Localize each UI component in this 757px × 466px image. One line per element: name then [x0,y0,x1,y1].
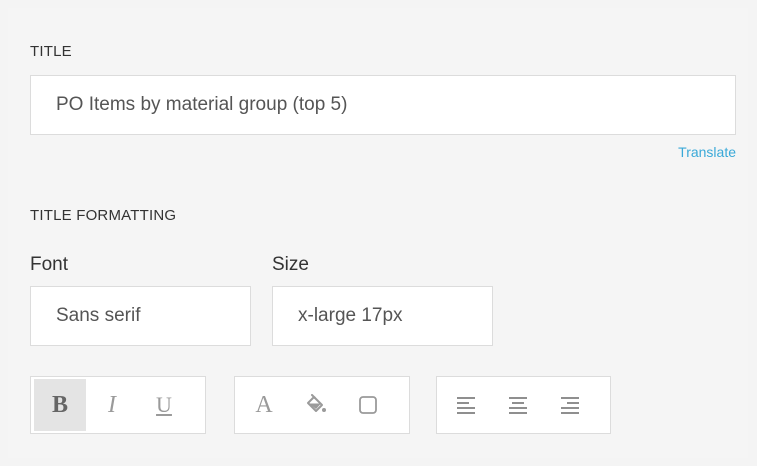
italic-button[interactable]: I [86,379,138,431]
font-select[interactable]: Sans serif [30,286,251,346]
title-input-value: PO Items by material group (top 5) [56,94,348,115]
bold-icon: B [51,391,68,418]
font-label: Font [30,254,69,275]
font-select-value: Sans serif [56,305,141,326]
border-button[interactable] [342,379,394,431]
paint-bucket-icon [305,394,327,416]
underline-icon: U [156,392,172,417]
font-color-icon: A [255,391,273,418]
underline-button[interactable]: U [138,379,190,431]
text-style-group: B I U [30,376,206,434]
align-right-icon [559,395,581,415]
size-select[interactable]: x-large 17px [272,286,493,346]
alignment-group [436,376,611,434]
align-center-icon [507,395,529,415]
font-color-button[interactable]: A [238,379,290,431]
title-input[interactable]: PO Items by material group (top 5) [30,75,736,135]
border-square-icon [358,395,378,415]
title-formatting-label: TITLE FORMATTING [30,207,177,224]
align-center-button[interactable] [492,379,544,431]
fill-color-button[interactable] [290,379,342,431]
align-right-button[interactable] [544,379,596,431]
size-select-value: x-large 17px [298,305,403,326]
align-left-icon [455,395,477,415]
align-left-button[interactable] [440,379,492,431]
title-section-label: TITLE [30,43,72,60]
translate-link[interactable]: Translate [678,144,736,160]
bold-button[interactable]: B [34,379,86,431]
size-label: Size [272,254,309,275]
italic-icon: I [108,391,116,418]
color-group: A [234,376,410,434]
